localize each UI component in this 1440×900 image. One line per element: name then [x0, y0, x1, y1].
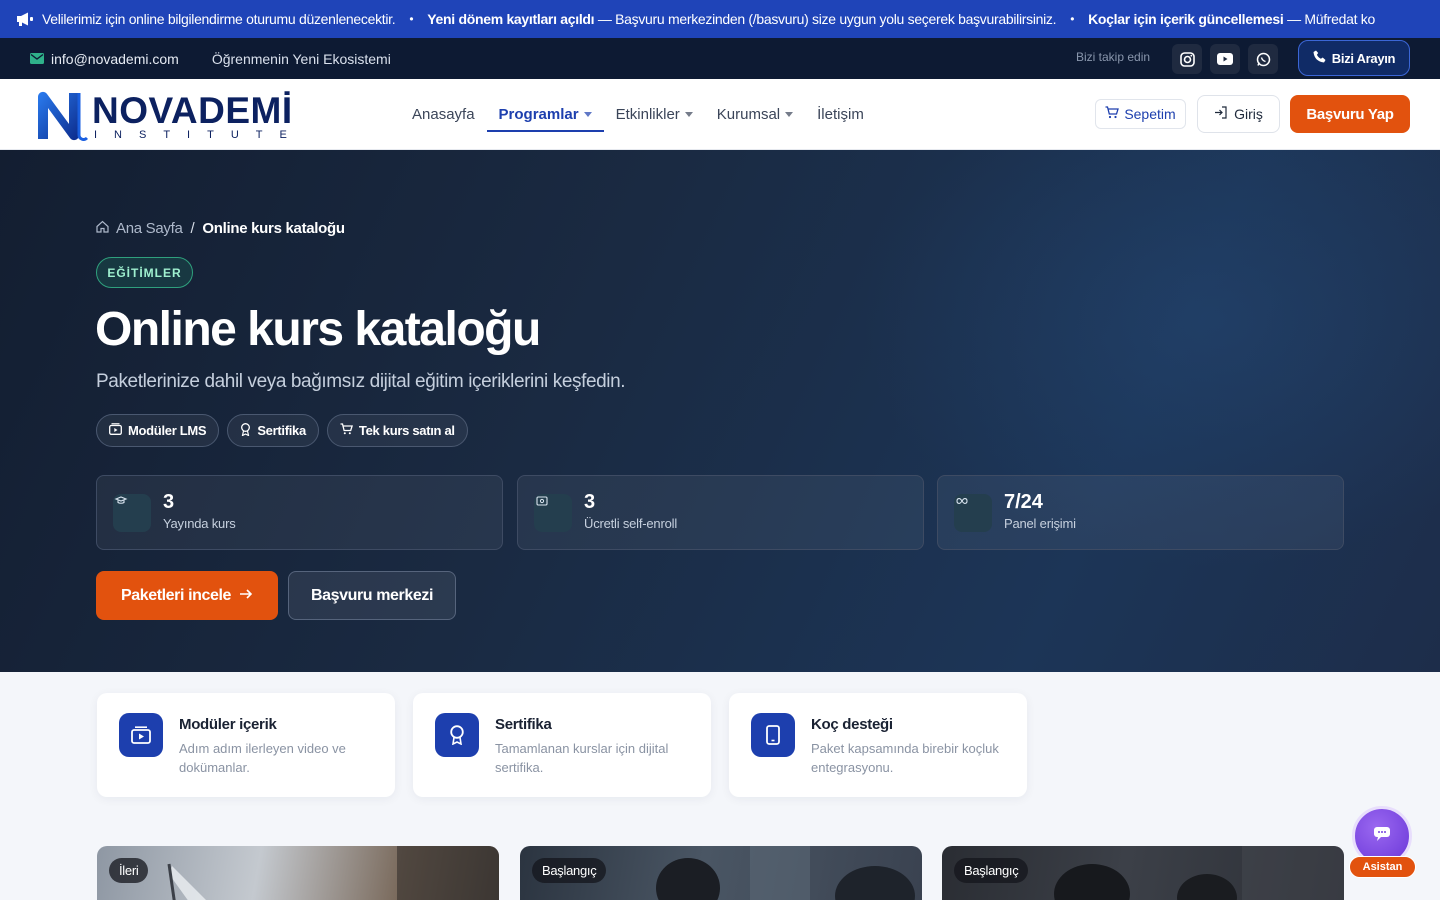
nav-item-programlar[interactable]: Programlar — [486, 79, 604, 150]
feature-title: Modüler içerik — [179, 716, 277, 733]
logo-subtitle: INSTITUTE — [94, 129, 304, 141]
ticker-item-2[interactable]: Yeni dönem kayıtları açıldı — Başvuru me… — [427, 11, 1056, 27]
mail-icon — [30, 51, 44, 67]
feature-card-certificate: Sertifika Tamamlanan kurslar için dijita… — [413, 693, 711, 797]
chip-modular-lms: Modüler LMS — [96, 414, 220, 447]
nav-item-kurumsal[interactable]: Kurumsal — [705, 79, 805, 150]
video-box-icon — [109, 423, 122, 438]
whatsapp-icon[interactable] — [1248, 44, 1278, 74]
home-icon[interactable] — [96, 220, 109, 237]
stat-value: 3 — [584, 491, 596, 513]
ticker-separator: • — [1070, 12, 1075, 26]
arrow-right-icon — [239, 587, 253, 605]
feature-card-coach-support: Koç desteği Paket kapsamında birebir koç… — [729, 693, 1027, 797]
breadcrumb-current: Online kurs kataloğu — [202, 220, 345, 237]
nav-item-etkinlikler[interactable]: Etkinlikler — [604, 79, 705, 150]
announcement-ticker: Velilerimiz için online bilgilendirme ot… — [0, 0, 1440, 38]
login-label: Giriş — [1234, 106, 1263, 122]
chevron-down-icon — [583, 112, 592, 117]
email-link[interactable]: info@novademi.com — [30, 51, 179, 67]
cart-icon — [1105, 106, 1120, 122]
call-us-label: Bizi Arayın — [1331, 50, 1396, 66]
course-level-badge: İleri — [109, 858, 149, 883]
feature-title: Sertifika — [495, 716, 552, 733]
view-packages-button[interactable]: Paketleri incele — [96, 571, 278, 620]
award-icon — [435, 713, 479, 757]
feature-description: Tamamlanan kurslar için dijital sertifik… — [495, 741, 669, 775]
assistant-label[interactable]: Asistan — [1349, 856, 1416, 878]
section-eyebrow-badge: EĞİTİMLER — [96, 257, 193, 288]
feature-description: Paket kapsamında birebir koçluk entegras… — [811, 741, 999, 775]
stat-value: 3 — [163, 491, 175, 513]
email-text: info@novademi.com — [51, 50, 179, 67]
stat-card-paid-self-enroll: 3 Ücretli self-enroll — [517, 475, 924, 550]
course-card[interactable]: Başlangıç — [942, 846, 1344, 900]
brand-logo[interactable]: NOVADEMİ INSTITUTE — [34, 87, 293, 143]
chip-certificate: Sertifika — [227, 414, 319, 447]
nav-item-anasayfa[interactable]: Anasayfa — [400, 79, 487, 150]
ticker-item-1: Velilerimiz için online bilgilendirme ot… — [42, 11, 396, 27]
instagram-icon[interactable] — [1172, 44, 1202, 74]
feature-title: Koç desteği — [811, 716, 893, 733]
chip-single-course: Tek kurs satın al — [326, 414, 468, 447]
apply-button[interactable]: Başvuru Yap — [1290, 95, 1410, 133]
follow-label: Bizi takip edin — [1076, 50, 1151, 64]
course-thumbnail — [167, 846, 499, 900]
ticker-item-3: Koçlar için içerik güncellemesi — Müfred… — [1088, 11, 1375, 27]
graduation-cap-icon — [113, 494, 151, 532]
phone-device-icon — [751, 713, 795, 757]
tagline: Öğrenmenin Yeni Ekosistemi — [211, 50, 391, 67]
infinity-icon — [954, 494, 992, 532]
chat-bubble-icon — [1374, 826, 1390, 846]
main-menu: Anasayfa Programlar Etkinlikler Kurumsal… — [400, 79, 876, 150]
video-box-icon — [119, 713, 163, 757]
course-level-badge: Başlangıç — [532, 858, 607, 883]
page-subtitle: Paketlerinize dahil veya bağımsız dijita… — [96, 371, 626, 392]
youtube-icon[interactable] — [1210, 44, 1240, 74]
breadcrumb-separator: / — [190, 220, 195, 237]
breadcrumb: Ana Sayfa / Online kurs kataloğu — [96, 220, 345, 237]
cart-icon — [340, 423, 353, 438]
cart-label: Sepetim — [1124, 106, 1176, 122]
feature-card-modular-content: Modüler içerik Adım adım ilerleyen video… — [97, 693, 395, 797]
stat-value: 7/24 — [1004, 491, 1043, 513]
main-header: NOVADEMİ INSTITUTE Anasayfa Programlar E… — [0, 79, 1440, 150]
stat-card-published-courses: 3 Yayında kurs — [96, 475, 503, 550]
stat-label: Yayında kurs — [163, 516, 236, 531]
stat-card-panel-access: 7/24 Panel erişimi — [937, 475, 1344, 550]
stat-label: Panel erişimi — [1004, 516, 1076, 531]
course-card[interactable]: Başlangıç — [520, 846, 922, 900]
application-center-button[interactable]: Başvuru merkezi — [288, 571, 456, 620]
nav-item-iletisim[interactable]: İletişim — [805, 79, 876, 150]
logo-wordmark: NOVADEMİ — [92, 90, 293, 131]
ticker-separator: • — [409, 12, 414, 26]
login-icon — [1214, 106, 1228, 122]
ticket-icon — [534, 494, 572, 532]
phone-icon — [1313, 50, 1326, 66]
chevron-down-icon — [785, 112, 794, 117]
course-card[interactable]: İleri — [97, 846, 499, 900]
megaphone-icon — [16, 12, 34, 26]
stat-label: Ücretli self-enroll — [584, 516, 678, 531]
login-button[interactable]: Giriş — [1197, 95, 1280, 133]
logo-n-mark-icon — [38, 91, 89, 141]
award-icon — [240, 422, 251, 439]
feature-description: Adım adım ilerleyen video ve dokümanlar. — [179, 741, 346, 775]
call-us-button[interactable]: Bizi Arayın — [1298, 40, 1410, 76]
course-level-badge: Başlangıç — [954, 858, 1029, 883]
cart-button[interactable]: Sepetim — [1095, 99, 1186, 129]
breadcrumb-home[interactable]: Ana Sayfa — [116, 220, 183, 237]
feature-chips: Modüler LMS Sertifika Tek kurs satın al — [96, 414, 468, 447]
page-title: Online kurs kataloğu — [95, 303, 541, 356]
chevron-down-icon — [684, 112, 693, 117]
contact-bar: info@novademi.com Öğrenmenin Yeni Ekosis… — [0, 38, 1440, 79]
hero-section: Ana Sayfa / Online kurs kataloğu EĞİTİML… — [0, 150, 1440, 672]
